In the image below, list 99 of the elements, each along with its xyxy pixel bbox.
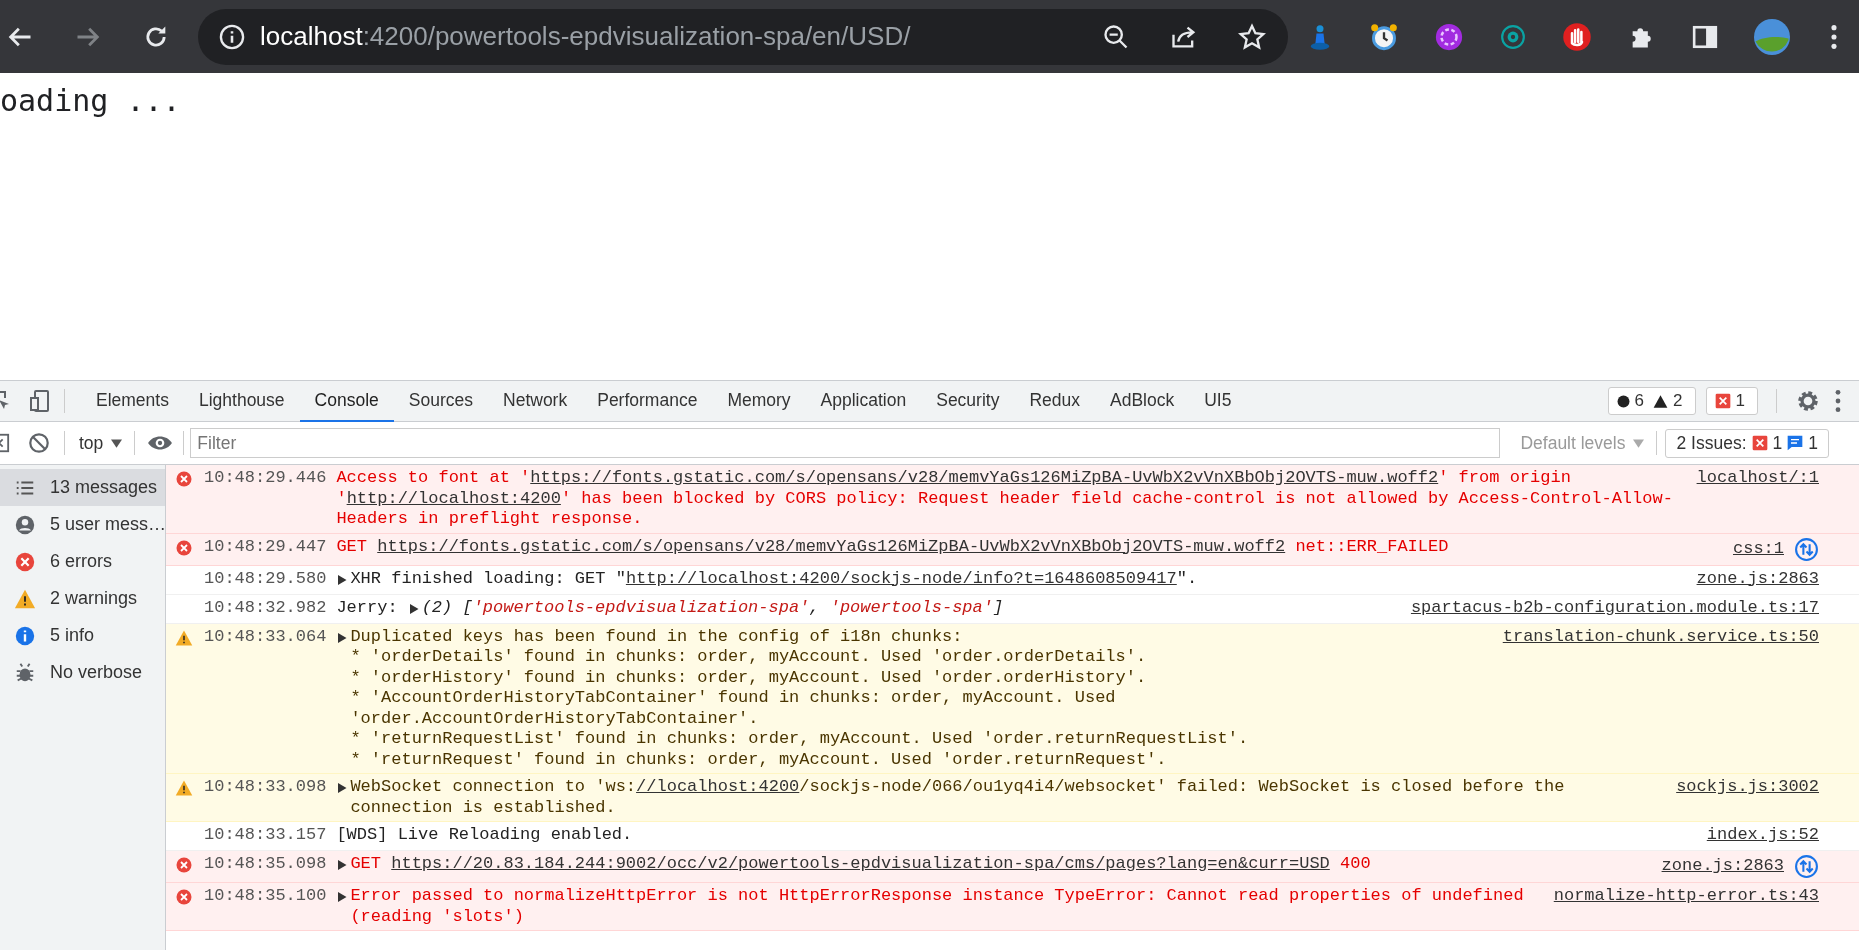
sidebar-item[interactable]: No verbose	[0, 654, 165, 691]
timestamp: 10:48:29.446	[204, 468, 327, 489]
network-request-icon[interactable]	[1794, 536, 1819, 562]
console-message: Error passed to normalizeHttpError is not HttpErrorResponse instance TypeError: Cannot read properties of undefined (reading 'slots')	[350, 886, 1525, 927]
sidebar-item[interactable]: 5 info	[0, 617, 165, 654]
console-message: Duplicated keys has been found in the config of i18n chunks: * 'orderDetails' found in chunks: order, myAccount. Used 'order.orderDetails'. * 'orderHistory' found in chunks: order, myAccount. Used 'order.orderHistory'. * 'AccountOrderHistoryTabContainer' found in chunks: order, myAccount. Used 'order.AccountOrderHistoryTabContainer'. * 'returnRequestList' found in chunks: order, myAccount. Used 'order.returnRequestList'. * 'returnRequest' found in chunks: order, myAccount. Used 'order.returnRequest'.	[350, 626, 1250, 770]
clear-icon[interactable]	[28, 432, 50, 454]
error-icon	[175, 538, 193, 557]
context-dropdown[interactable]: top	[71, 432, 131, 454]
warning-icon	[175, 628, 193, 647]
devtools-tab[interactable]: Sources	[393, 381, 488, 422]
console-message: GET https://20.83.184.244:9002/occ/v2/powertools-epdvisualization-spa/cms/pages?lang=en&curr=USD 400	[350, 854, 1372, 875]
error-icon	[175, 470, 193, 488]
network-request-icon[interactable]	[1794, 854, 1819, 879]
sidebar-item[interactable]: 5 user mess…	[0, 506, 165, 543]
error-icon	[14, 550, 36, 573]
hand-icon[interactable]	[1562, 21, 1592, 52]
caret-icon	[1633, 438, 1645, 448]
alarm-clock-icon[interactable]	[1370, 22, 1398, 51]
bug-icon	[14, 661, 36, 684]
console-message: [WDS] Live Reloading enabled.	[336, 825, 634, 846]
sidebar-icon[interactable]	[1692, 23, 1718, 50]
disclosure-triangle-icon[interactable]	[336, 859, 349, 871]
disclosure-triangle-icon[interactable]	[336, 891, 349, 903]
devtools-tab[interactable]: Security	[921, 381, 1015, 422]
devtools-tab[interactable]: Elements	[81, 381, 184, 422]
error-square-icon	[1751, 435, 1768, 451]
disclosure-triangle-icon[interactable]	[407, 602, 420, 615]
error-icon	[175, 888, 193, 906]
source-link[interactable]: css:1	[1733, 538, 1784, 560]
filter-field[interactable]: Filter	[190, 428, 1501, 458]
ring-icon[interactable]	[1434, 21, 1464, 52]
devtools-tab[interactable]: AdBlock	[1095, 381, 1190, 422]
timestamp: 10:48:35.100	[204, 886, 327, 907]
source-link[interactable]: normalize-http-error.ts:43	[1553, 886, 1819, 907]
source-link[interactable]: zone.js:2863	[1661, 856, 1784, 877]
devtools-tab[interactable]: Performance	[582, 381, 713, 422]
source-link[interactable]: localhost/:1	[1696, 468, 1819, 489]
source-link[interactable]: zone.js:2863	[1696, 568, 1819, 589]
console-message: (2) ['powertools-epdvisualization-spa', 'powertools-spa']	[421, 597, 1005, 618]
timestamp: 10:48:33.157	[204, 825, 327, 846]
disclosure-triangle-icon[interactable]	[336, 573, 349, 586]
settings-icon[interactable]	[1795, 388, 1821, 414]
issues-button[interactable]: 2 Issues: 1 1	[1665, 428, 1829, 458]
console-message: GET https://fonts.gstatic.com/s/opensans/v28/memvYaGs126MiZpBA-UvWbX2vVnXBbObj2OVTS-muw.woff2 net::ERR_FAILED	[336, 536, 1450, 557]
source-link[interactable]: index.js:52	[1706, 825, 1819, 846]
message-link[interactable]: https://20.83.184.244:9002/occ/v2/powertools-epdvisualization-spa/cms/pages?lang=en&curr=USD	[391, 854, 1330, 873]
source-link[interactable]: translation-chunk.service.ts:50	[1502, 626, 1819, 647]
message-label: Jerry:	[336, 597, 398, 618]
sidebar-item[interactable]: 6 errors	[0, 543, 165, 580]
counts-badge[interactable]: 6 2	[1607, 387, 1696, 415]
devtools-tab[interactable]: Redux	[1014, 381, 1096, 422]
message-link[interactable]: https://fonts.gstatic.com/s/opensans/v28/memvYaGs126MiZpBA-UvWbX2vVnXBbObj2OVTS-muw.woff2	[377, 536, 1286, 556]
loading-text: oading ...	[0, 83, 181, 118]
message-link[interactable]: https://fonts.gstatic.com/s/opensans/v28/memvYaGs126MiZpBA-UvWbX2vVnXBbObj2OVTS-muw.woff2	[530, 468, 1439, 487]
triangle-icon	[1653, 393, 1669, 409]
console-message: Access to font at 'https://fonts.gstatic.com/s/opensans/v28/memvYaGs126MiZpBA-UvWbX2vVnXBbObj2OVTS-muw.woff2' from origin 'http://localhost:4200' has been blocked by CORS policy: Request header field cache-control is not allowed by Access-Control-Allow-Headers in preflight response.	[336, 468, 1674, 530]
timestamp: 10:48:35.098	[204, 854, 327, 875]
user-icon	[14, 513, 36, 536]
address-bar[interactable]: localhost:4200/powertools-epdvisualization-spa/en/USD/	[198, 8, 1288, 65]
eye-icon[interactable]	[1500, 23, 1526, 50]
dot-icon	[1616, 394, 1630, 408]
issue-count: 1	[1735, 391, 1745, 411]
devtools-tab[interactable]: Network	[488, 381, 583, 422]
console-message: WebSocket connection to 'ws://localhost:4200/sockjs-node/066/ou1yq4i4/websocket' failed: WebSocket is closed before the connection is established.	[350, 777, 1566, 818]
source-link[interactable]: sockjs.js:3002	[1676, 777, 1819, 798]
message-link[interactable]: //localhost:4200	[636, 777, 800, 796]
error-count: 6	[1634, 391, 1645, 411]
device-icon[interactable]	[28, 389, 52, 413]
message-link[interactable]: http://localhost:4200	[346, 488, 561, 508]
zoom-out-icon[interactable]	[1102, 22, 1130, 51]
issues-badge[interactable]: 1	[1705, 387, 1758, 415]
devtools-tab[interactable]: Memory	[712, 381, 806, 422]
info-icon[interactable]	[218, 22, 246, 51]
disclosure-triangle-icon[interactable]	[336, 782, 349, 794]
url-text: localhost:4200/powertools-epdvisualization-spa/en/USD/	[260, 21, 912, 52]
devtools-tab[interactable]: Lighthouse	[183, 381, 300, 422]
source-link[interactable]: spartacus-b2b-configuration.module.ts:17	[1410, 597, 1819, 618]
timestamp: 10:48:33.098	[204, 777, 327, 798]
star-icon[interactable]	[1238, 22, 1266, 51]
error-icon	[175, 856, 193, 874]
console-message: XHR finished loading: GET "http://localhost:4200/sockjs-node/info?t=1648608509417".	[350, 568, 1199, 589]
message-link[interactable]: http://localhost:4200/sockjs-node/info?t=1648608509417	[625, 568, 1177, 588]
caret-icon	[111, 438, 123, 448]
avatar-icon[interactable]	[1754, 18, 1790, 55]
message-icon	[1787, 435, 1804, 451]
devtools-tab[interactable]: Application	[805, 381, 922, 422]
disclosure-triangle-icon[interactable]	[336, 631, 349, 644]
sidebar-item[interactable]: 13 messages	[0, 469, 165, 506]
info-icon	[14, 624, 36, 647]
devtools-tab[interactable]: UI5	[1189, 381, 1247, 422]
timestamp: 10:48:32.982	[204, 597, 327, 618]
timestamp: 10:48:29.447	[204, 536, 327, 557]
sidebar-item[interactable]: 2 warnings	[0, 580, 165, 617]
warning-icon	[175, 779, 193, 797]
error-square-icon	[1714, 393, 1731, 409]
warning-count: 2	[1673, 391, 1683, 411]
timestamp: 10:48:33.064	[204, 626, 327, 647]
timestamp: 10:48:29.580	[204, 568, 327, 589]
